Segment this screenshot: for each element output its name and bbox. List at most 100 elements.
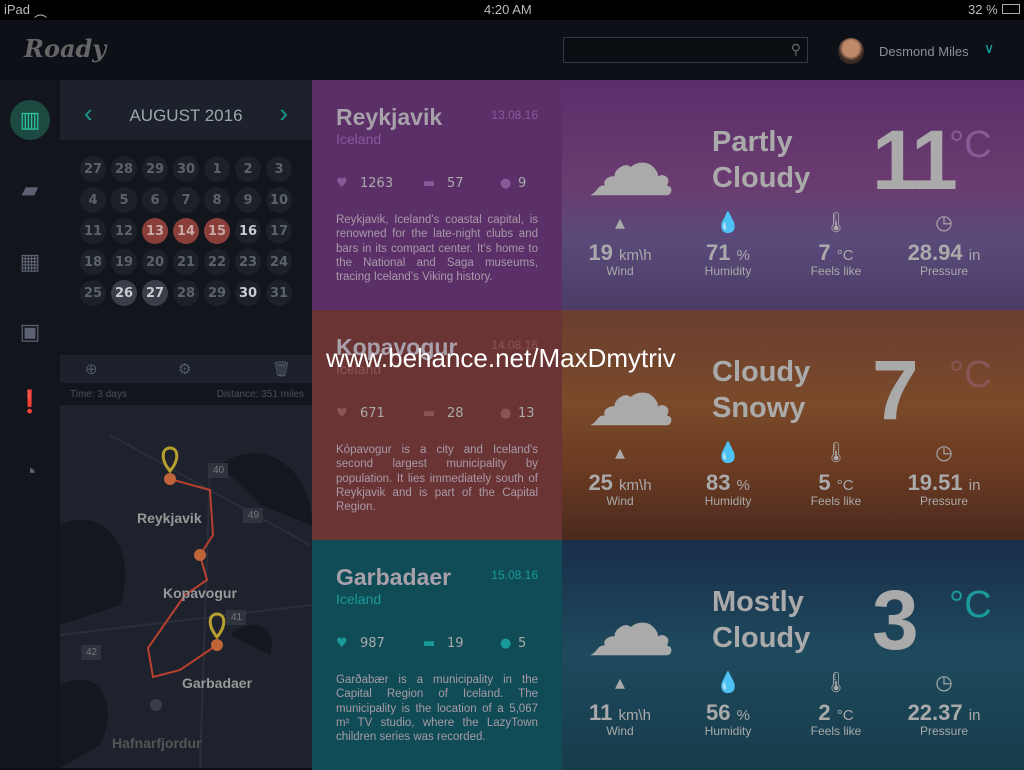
calendar-day[interactable]: 5 <box>111 187 137 213</box>
calendar-day[interactable]: 6 <box>142 187 168 213</box>
alert-icon[interactable]: ● <box>500 176 511 191</box>
heart-icon[interactable]: ♥ <box>336 636 348 651</box>
calendar-day[interactable]: 21 <box>173 249 199 275</box>
calendar-day[interactable]: 11 <box>80 218 106 244</box>
metric-value: 56 <box>706 700 731 725</box>
calendar-day[interactable]: 31 <box>266 280 292 306</box>
calendar-day[interactable]: 17 <box>266 218 292 244</box>
add-icon[interactable]: ⊕ <box>85 360 98 378</box>
temperature-unit: °C <box>949 124 992 166</box>
calendar-day[interactable]: 27 <box>80 156 106 182</box>
calendar-day[interactable]: 27 <box>142 280 168 306</box>
calendar-day[interactable]: 26 <box>111 280 137 306</box>
weather-cloud-icon: ☁ <box>586 115 676 215</box>
drop-icon: 💧 <box>715 212 741 234</box>
wind-icon: ▴ <box>614 212 626 234</box>
calendar-day[interactable]: 20 <box>142 249 168 275</box>
calendar-day[interactable]: 29 <box>142 156 168 182</box>
city-card[interactable]: Garbadaer Iceland 15.08.16 ♥ 987 ▬ 19 ● 5 G… <box>312 540 562 770</box>
city-description: Kópavogur is a city and Iceland's second… <box>336 444 538 514</box>
calendar-day[interactable]: 15 <box>204 218 230 244</box>
chevron-down-icon[interactable]: ∨ <box>984 40 994 57</box>
city-card[interactable]: Reykjavik Iceland 13.08.16 ♥ 1263 ▬ 57 ● 9 … <box>312 80 562 310</box>
temperature-unit: °C <box>949 354 992 396</box>
comment-icon[interactable]: ▬ <box>423 406 435 421</box>
likes-count: 987 <box>360 636 385 651</box>
metric-label: Humidity <box>704 724 752 738</box>
alert-icon[interactable]: ❗ <box>14 386 46 418</box>
calendar-day[interactable]: 29 <box>204 280 230 306</box>
comment-icon[interactable]: ▬ <box>423 636 435 651</box>
logo[interactable]: Roady <box>24 34 106 63</box>
calendar-day[interactable]: 13 <box>142 218 168 244</box>
next-month-button[interactable]: › <box>279 98 288 129</box>
calendar-day[interactable]: 2 <box>235 156 261 182</box>
battery-level: 32 % <box>968 2 998 17</box>
metric-value: 11 <box>589 700 613 725</box>
calendar-day[interactable]: 18 <box>80 249 106 275</box>
calendar-day[interactable]: 10 <box>266 187 292 213</box>
gauge-icon: ◷ <box>935 212 953 234</box>
calendar-day[interactable]: 16 <box>235 218 261 244</box>
calendar-icon[interactable]: ▦ <box>14 246 46 278</box>
calendar-day[interactable]: 19 <box>111 249 137 275</box>
city-date: 15.08.16 <box>491 568 538 582</box>
gear-icon[interactable]: ⚙ <box>178 360 191 378</box>
calendar-day[interactable]: 4 <box>80 187 106 213</box>
road-number: 49 <box>248 510 260 521</box>
likes-count: 1263 <box>360 176 394 191</box>
comments-count: 28 <box>447 406 464 421</box>
calendar-toolbar: ⊕ ⚙ 🗑 <box>60 355 312 383</box>
route-stop <box>150 699 162 711</box>
metric-unit: in <box>968 477 981 494</box>
calendar-day[interactable]: 3 <box>266 156 292 182</box>
calendar-day[interactable]: 7 <box>173 187 199 213</box>
map-icon[interactable]: ▥ <box>10 100 50 140</box>
photos-icon[interactable]: ▣ <box>14 316 46 348</box>
road-number: 42 <box>86 647 98 658</box>
route-map[interactable]: Reykjavik Kopavogur Garbadaer Hafnarfjor… <box>60 405 312 768</box>
trash-icon[interactable]: 🗑 <box>272 360 291 378</box>
metric-pressure: ◷ 19.51 in Pressure <box>894 440 994 508</box>
city-date: 13.08.16 <box>491 108 538 122</box>
calendar-day[interactable]: 9 <box>235 187 261 213</box>
alert-icon[interactable]: ● <box>500 636 511 651</box>
user-name[interactable]: Desmond Miles <box>879 44 969 59</box>
metric-label: Feels like <box>810 264 862 278</box>
comment-icon[interactable]: ▬ <box>423 176 435 191</box>
calendar-day[interactable]: 23 <box>235 249 261 275</box>
metric-wind: ▴ 11 km\h Wind <box>570 670 670 738</box>
status-bar: iPad ︵ 4:20 AM 32 % <box>0 0 1024 20</box>
search-icon[interactable]: ⚲ <box>791 41 801 58</box>
search-input[interactable]: ⚲ <box>563 37 808 63</box>
metric-label: Pressure <box>919 724 969 738</box>
heart-icon[interactable]: ♥ <box>336 176 348 191</box>
map-label: Hafnarfjordur <box>112 735 202 751</box>
calendar-day[interactable]: 28 <box>111 156 137 182</box>
alert-icon[interactable]: ● <box>500 406 511 421</box>
pie-chart-icon[interactable]: ◔ <box>14 456 46 488</box>
calendar-day[interactable]: 30 <box>173 156 199 182</box>
calendar-day[interactable]: 14 <box>173 218 199 244</box>
metric-humidity: 💧 71 % Humidity <box>678 210 778 278</box>
road-number: 40 <box>213 465 225 476</box>
calendar-day[interactable]: 28 <box>173 280 199 306</box>
calendar-day[interactable]: 8 <box>204 187 230 213</box>
metric-unit: °C <box>836 477 854 494</box>
calendar-day[interactable]: 1 <box>204 156 230 182</box>
calendar-day[interactable]: 12 <box>111 218 137 244</box>
condition-line2: Cloudy <box>712 622 811 654</box>
calendar-day[interactable]: 30 <box>235 280 261 306</box>
avatar[interactable] <box>838 38 864 64</box>
calendar-day[interactable]: 25 <box>80 280 106 306</box>
thermometer-icon: 🌡 <box>823 212 849 234</box>
chat-icon[interactable]: ▰ <box>14 174 46 206</box>
metric-value: 19 <box>588 240 613 265</box>
calendar-day[interactable]: 24 <box>266 249 292 275</box>
trip-time: Time: 3 days <box>70 389 127 400</box>
thermometer-icon: 🌡 <box>823 442 849 464</box>
temperature: 3 <box>872 573 919 667</box>
map-label: Reykjavik <box>137 510 202 526</box>
calendar-day[interactable]: 22 <box>204 249 230 275</box>
heart-icon[interactable]: ♥ <box>336 406 348 421</box>
